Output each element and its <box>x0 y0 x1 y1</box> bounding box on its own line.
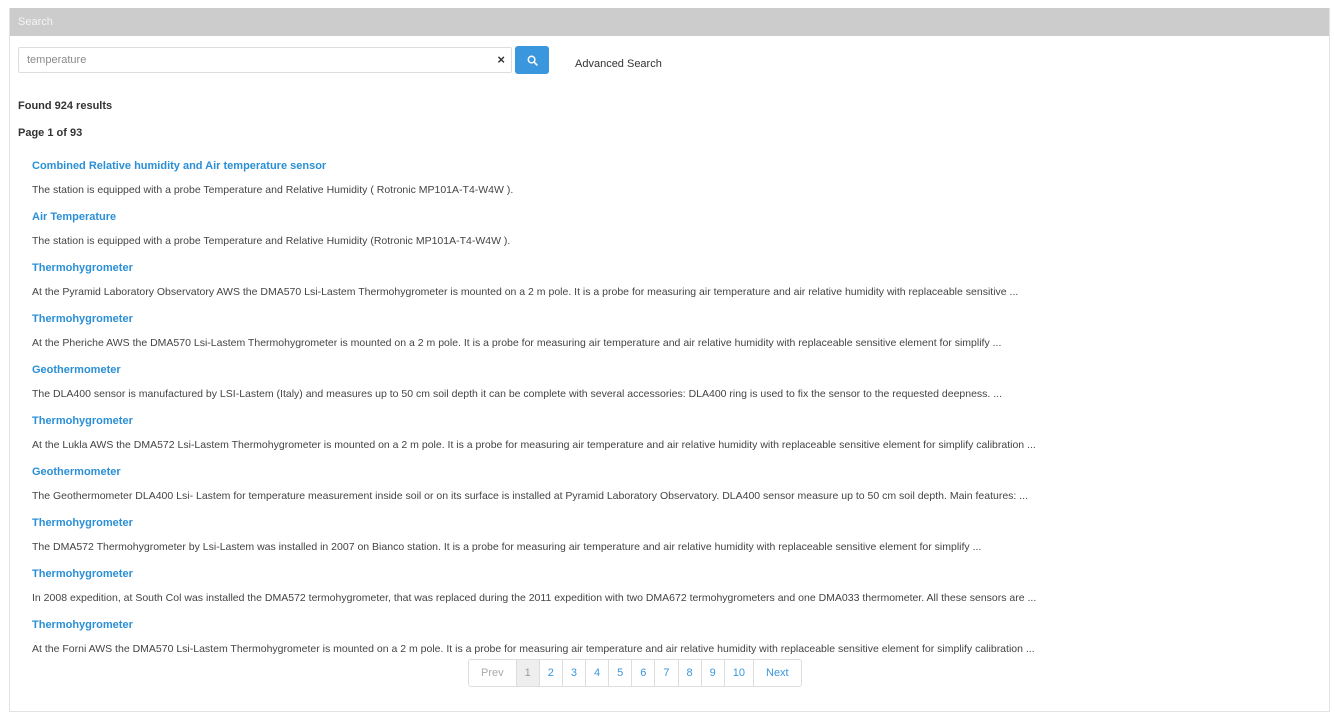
result-description: At the Forni AWS the DMA570 Lsi-Lastem T… <box>32 643 1035 655</box>
pagination: Prev 1 2 3 4 5 6 7 8 9 10 Next <box>468 659 802 687</box>
search-button[interactable] <box>515 46 549 74</box>
result-description: The DMA572 Thermohygrometer by Lsi-Laste… <box>32 541 982 553</box>
result-item: Thermohygrometer At the Pyramid Laborator… <box>32 259 1322 308</box>
search-panel: Search × Advanced Search Found 924 resul… <box>9 8 1330 712</box>
result-title-link[interactable]: Geothermometer <box>32 463 1322 481</box>
result-item: Geothermometer The Geothermometer DLA400 … <box>32 463 1322 512</box>
page-1-button[interactable]: 1 <box>515 660 539 686</box>
prev-page-button[interactable]: Prev <box>469 660 516 686</box>
result-item: Thermohygrometer At the Pheriche AWS the … <box>32 310 1322 359</box>
result-description: The Geothermometer DLA400 Lsi- Lastem fo… <box>32 490 1029 502</box>
page-5-button[interactable]: 5 <box>608 660 632 686</box>
search-bar: × Advanced Search <box>18 46 662 74</box>
result-item: Air Temperature The station is equipped w… <box>32 208 1322 257</box>
result-title-link[interactable]: Thermohygrometer <box>32 259 1322 277</box>
clear-icon[interactable]: × <box>497 52 505 68</box>
page-3-button[interactable]: 3 <box>561 660 585 686</box>
result-title-link[interactable]: Thermohygrometer <box>32 310 1322 328</box>
result-title-link[interactable]: Geothermometer <box>32 361 1322 379</box>
result-description: At the Pheriche AWS the DMA570 Lsi-Laste… <box>32 337 1002 349</box>
page-2-button[interactable]: 2 <box>538 660 562 686</box>
result-title-link[interactable]: Combined Relative humidity and Air tempe… <box>32 157 1322 175</box>
result-description: The station is equipped with a probe Tem… <box>32 184 514 196</box>
panel-title: Search <box>10 8 1329 36</box>
page-indicator: Page 1 of 93 <box>18 127 83 139</box>
search-input-wrapper: × <box>18 47 512 73</box>
results-count: Found 924 results <box>18 100 113 112</box>
search-icon <box>527 55 538 66</box>
page-4-button[interactable]: 4 <box>585 660 609 686</box>
result-item: Combined Relative humidity and Air tempe… <box>32 157 1322 206</box>
result-title-link[interactable]: Thermohygrometer <box>32 616 1322 634</box>
result-description: The station is equipped with a probe Tem… <box>32 235 511 247</box>
result-title-link[interactable]: Air Temperature <box>32 208 1322 226</box>
result-item: Thermohygrometer At the Forni AWS the DMA… <box>32 616 1322 665</box>
result-description: In 2008 expedition, at South Col was ins… <box>32 592 1037 604</box>
page-6-button[interactable]: 6 <box>631 660 655 686</box>
next-page-button[interactable]: Next <box>753 660 801 686</box>
result-description: The DLA400 sensor is manufactured by LSI… <box>32 388 1003 400</box>
result-description: At the Lukla AWS the DMA572 Lsi-Lastem T… <box>32 439 1036 451</box>
result-title-link[interactable]: Thermohygrometer <box>32 514 1322 532</box>
page-9-button[interactable]: 9 <box>700 660 724 686</box>
page-8-button[interactable]: 8 <box>677 660 701 686</box>
result-title-link[interactable]: Thermohygrometer <box>32 565 1322 583</box>
result-item: Thermohygrometer The DMA572 Thermohygrome… <box>32 514 1322 563</box>
advanced-search-link[interactable]: Advanced Search <box>575 58 662 70</box>
result-item: Geothermometer The DLA400 sensor is manuf… <box>32 361 1322 410</box>
result-item: Thermohygrometer In 2008 expedition, at S… <box>32 565 1322 614</box>
search-input[interactable] <box>19 48 495 72</box>
result-title-link[interactable]: Thermohygrometer <box>32 412 1322 430</box>
page-7-button[interactable]: 7 <box>654 660 678 686</box>
page-10-button[interactable]: 10 <box>723 660 753 686</box>
results-list: Combined Relative humidity and Air tempe… <box>32 155 1322 665</box>
result-description: At the Pyramid Laboratory Observatory AW… <box>32 286 1019 298</box>
result-item: Thermohygrometer At the Lukla AWS the DMA… <box>32 412 1322 461</box>
